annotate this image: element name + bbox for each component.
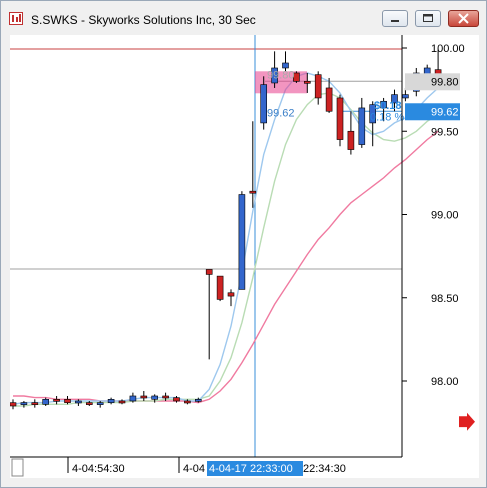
crosshair-time-label: 4-04-17 22:33:00	[209, 463, 293, 475]
candle-body	[129, 395, 137, 402]
title-bar[interactable]: S.SWKS - Skyworks Solutions Inc, 30 Sec	[1, 1, 486, 33]
candle	[238, 191, 246, 290]
candle-body	[314, 74, 322, 99]
candle-body	[151, 395, 158, 400]
candle-body	[86, 402, 93, 405]
y-tick-label: 98.50	[431, 293, 459, 305]
maximize-button[interactable]	[415, 10, 441, 27]
candle-body	[347, 130, 355, 150]
chart-area[interactable]: 99.80 99.62 $0.18 0.18 % 100.00 99.50 99.00 98…	[9, 35, 479, 478]
candle-body	[9, 402, 17, 407]
close-button[interactable]	[448, 10, 479, 27]
candle-body	[107, 399, 115, 403]
measure-start-label: 99.80	[267, 69, 295, 81]
candle-body	[173, 397, 180, 402]
y-tick-label: 100.00	[431, 43, 465, 55]
candle-body	[31, 402, 39, 405]
candle-body	[260, 84, 267, 124]
candle	[336, 94, 344, 147]
candle-body	[227, 292, 235, 297]
current-price-label: 99.62	[431, 106, 459, 118]
candle-body	[20, 402, 28, 405]
minimize-icon	[391, 20, 399, 22]
window-title: S.SWKS - Skyworks Solutions Inc, 30 Sec	[31, 13, 256, 27]
last-price-label: 99.80	[431, 76, 459, 88]
chart-window: S.SWKS - Skyworks Solutions Inc, 30 Sec …	[0, 0, 487, 488]
measure-change-pct-label: 0.18 %	[370, 112, 404, 124]
candle-body	[118, 400, 126, 404]
candle-body	[325, 87, 333, 112]
candle-body	[205, 269, 213, 275]
candle	[216, 275, 224, 302]
measure-change-label: $0.18	[374, 100, 402, 112]
measure-end-label: 99.62	[267, 107, 295, 119]
candle-body	[42, 399, 50, 405]
candle-body	[195, 399, 202, 402]
close-icon	[458, 13, 469, 24]
x-tick-label: 4-04:54:30	[72, 463, 125, 475]
x-tick-label: 4-04	[183, 463, 205, 475]
candle-body	[303, 80, 311, 84]
y-tick-label: 99.50	[431, 126, 459, 138]
y-tick-label: 98.00	[431, 376, 459, 388]
minimize-button[interactable]	[382, 10, 408, 27]
y-tick-label: 99.00	[431, 210, 459, 222]
candle-body	[238, 194, 246, 290]
candle-body	[184, 400, 191, 404]
app-chart-icon	[9, 12, 23, 25]
candle-body	[75, 400, 82, 404]
candle-body	[96, 402, 104, 405]
scroll-box[interactable]	[11, 458, 24, 477]
candle-body	[140, 395, 148, 399]
candlestick-chart[interactable]: 99.80 99.62 $0.180.18 % 100.00 99.50 99.00 98…	[9, 35, 479, 478]
candle-body	[162, 395, 169, 399]
candle-body	[216, 275, 224, 300]
candle-body	[249, 190, 257, 194]
candle-body	[358, 107, 366, 145]
candle-body	[53, 399, 60, 402]
candle-body	[282, 62, 289, 69]
x-tick-label: 22:34:30	[303, 463, 346, 475]
candle-body	[402, 94, 409, 99]
candle-body	[64, 399, 71, 403]
maximize-icon	[423, 14, 433, 22]
scroll-right-arrow-icon[interactable]	[459, 412, 475, 431]
candle-body	[336, 97, 344, 140]
